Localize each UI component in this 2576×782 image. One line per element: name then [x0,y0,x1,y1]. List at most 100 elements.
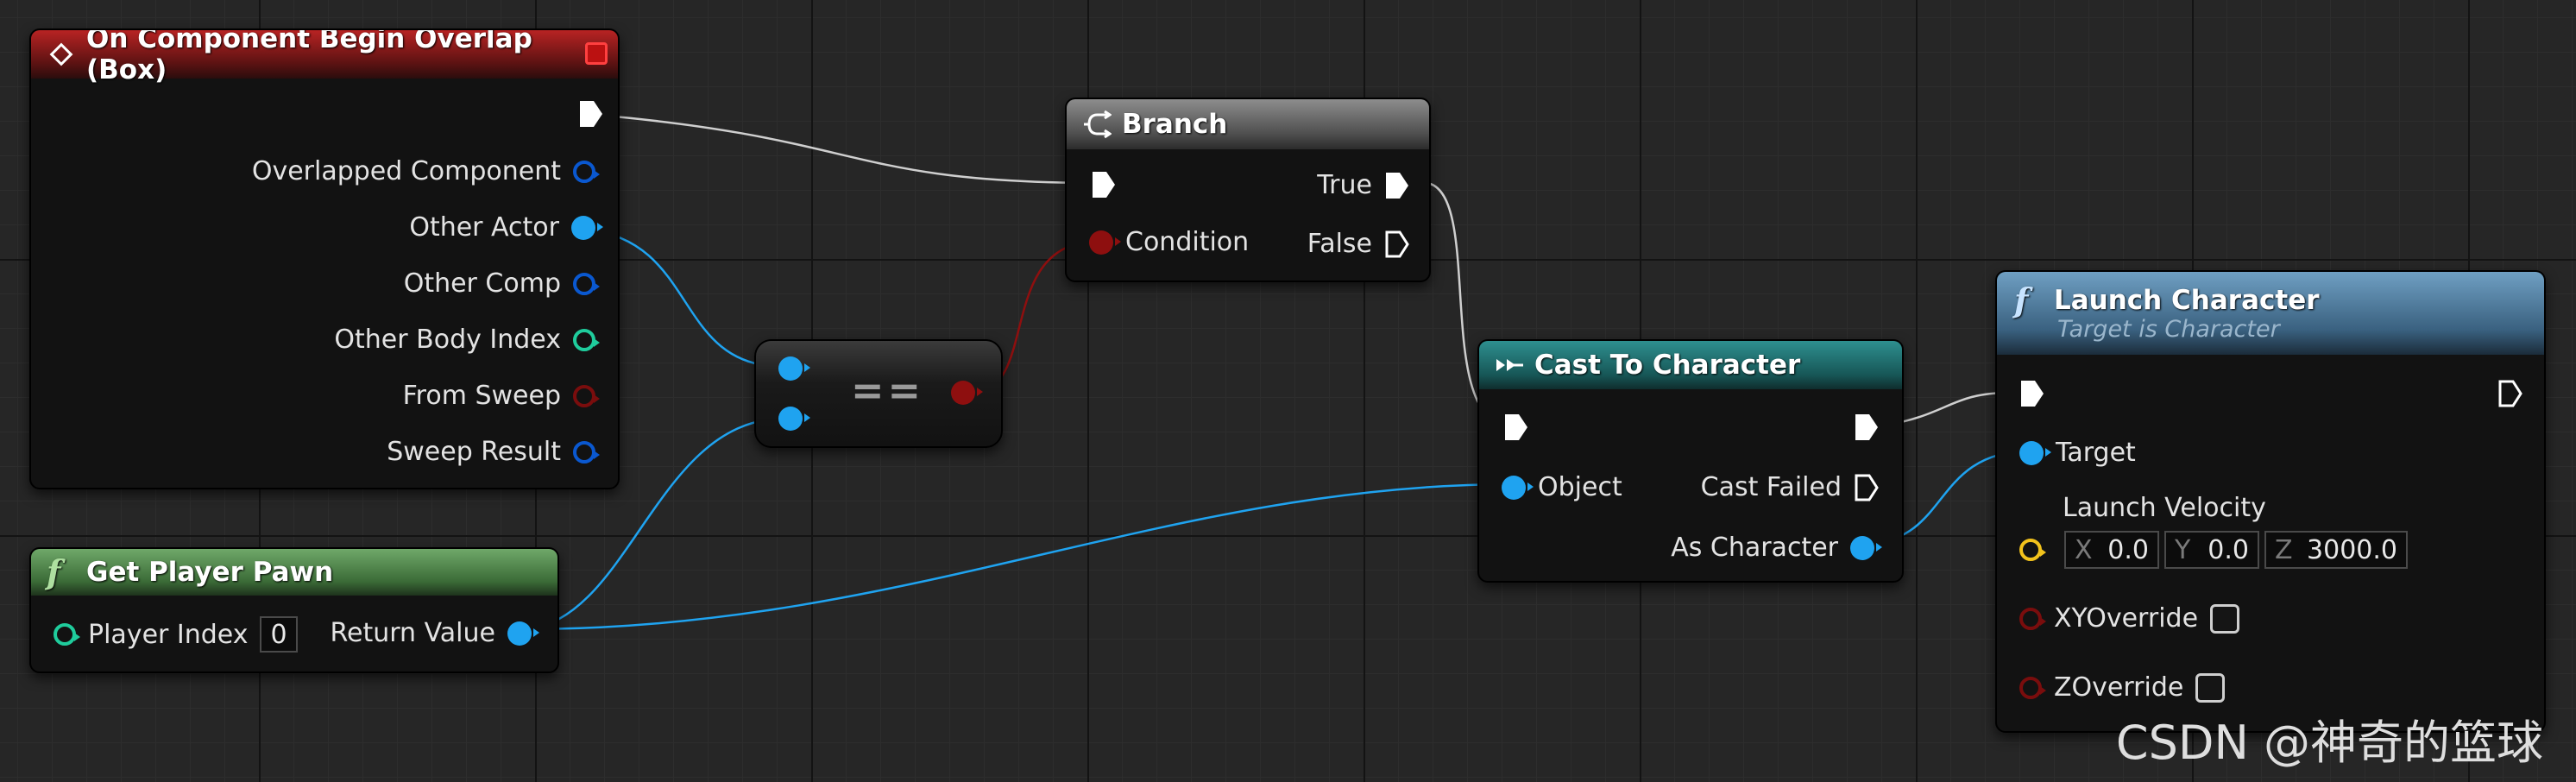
launch-velocity-label: Launch Velocity [2063,493,2266,523]
exec-pin-icon [1385,230,1409,257]
pin-label: Other Actor [409,212,559,243]
z-override-pin[interactable]: ZOverride [2019,672,2226,703]
return-value-pin[interactable]: Return Value [330,618,539,648]
other-comp-pin[interactable]: Other Comp [403,268,600,299]
node-title: Cast To Character [1534,350,1801,381]
exec-pin-icon [1855,414,1878,440]
axis-label: X [2075,534,2093,565]
node-header[interactable]: On Component Begin Overlap (Box) [31,30,618,85]
player-index-pin[interactable]: Player Index 0 [54,616,298,653]
sweep-result-pin[interactable]: Sweep Result [387,437,600,467]
node-title: Launch Character [2054,284,2320,316]
object-pin-icon [2019,440,2051,465]
int-pin-icon [54,623,80,646]
equals-input-a-pin[interactable] [778,356,810,381]
pin-label: True [1317,170,1372,200]
node-header[interactable]: Cast To Character [1479,341,1902,389]
object-pin-icon [571,215,603,240]
pin-label: XYOverride [2054,603,2199,634]
pin-label: Target [2056,438,2136,468]
field-value: 0.0 [2107,534,2149,565]
object-pin-icon [573,272,600,295]
pin-label: Other Comp [403,268,561,299]
object-pin-icon [573,160,600,183]
function-icon: f [2014,280,2029,319]
velocity-x-input[interactable]: X 0.0 [2064,531,2159,569]
pin-label: Sweep Result [387,437,561,467]
pin-label: Player Index [88,619,249,650]
from-sweep-pin[interactable]: From Sweep [402,381,600,411]
pin-label: As Character [1671,533,1838,563]
exec-wire-event-to-branch [595,113,1090,185]
exec-pin-icon [1093,172,1115,198]
function-icon: f [47,552,61,591]
equals-input-b-pin[interactable] [778,407,810,431]
launch-velocity-pin[interactable]: X 0.0 Y 0.0 Z 3000.0 [2019,531,2408,569]
get-player-pawn-node[interactable]: f Get Player Pawn Player Index 0 Return … [29,547,559,673]
xy-override-checkbox[interactable] [2210,603,2240,634]
z-override-checkbox[interactable] [2195,672,2226,703]
exec-pin-icon [580,101,602,127]
stop-icon[interactable] [585,42,608,65]
pin-label: Cast Failed [1700,472,1842,502]
node-subtitle: Target is Character [2057,315,2280,343]
axis-label: Y [2175,534,2191,565]
player-index-input[interactable]: 0 [260,616,298,653]
exec-in-pin[interactable] [1503,413,1529,442]
node-title: Branch [1122,109,1228,140]
event-diamond-icon [47,40,76,69]
pin-label: Overlapped Component [251,156,561,186]
bool-pin-icon [1089,230,1121,255]
equals-node[interactable]: == [754,339,1003,448]
pin-label: Return Value [330,618,495,648]
equals-symbol: == [851,367,925,413]
cast-to-character-node[interactable]: Cast To Character Object Cast Failed As … [1477,339,1904,583]
other-actor-pin[interactable]: Other Actor [409,212,603,243]
branch-node[interactable]: Branch Condition True False [1065,98,1431,282]
int-pin-icon [573,328,600,351]
node-title: Get Player Pawn [86,557,334,588]
field-value: 0 [270,619,287,650]
overlap-event-node[interactable]: On Component Begin Overlap (Box) Overlap… [29,28,620,489]
object-pin[interactable]: Object [1502,472,1622,502]
object-pin-icon [778,356,810,381]
pin-label: False [1307,229,1372,259]
exec-pin-icon [1855,474,1879,501]
vector-pin-icon [2019,539,2046,561]
pin-label: Object [1538,472,1622,502]
struct-pin-icon [573,440,600,464]
pin-label: ZOverride [2054,672,2184,703]
pin-label: Other Body Index [334,325,561,355]
launch-character-node[interactable]: f Launch Character Target is Character T… [1995,270,2546,733]
exec-out-pin[interactable] [578,99,604,129]
object-pin-icon [1850,535,1882,560]
velocity-y-input[interactable]: Y 0.0 [2164,531,2259,569]
field-value: 0.0 [2208,534,2249,565]
axis-label: Z [2275,534,2293,565]
exec-in-pin[interactable] [1091,170,1117,199]
false-pin[interactable]: False [1307,229,1410,259]
condition-pin[interactable]: Condition [1089,227,1249,257]
xy-override-pin[interactable]: XYOverride [2019,603,2240,634]
exec-out-pin[interactable] [2497,379,2523,408]
exec-in-pin[interactable] [2019,379,2045,408]
overlapped-component-pin[interactable]: Overlapped Component [251,156,600,186]
branch-icon [1082,110,1112,139]
target-pin[interactable]: Target [2019,438,2136,468]
exec-out-pin[interactable] [1854,413,1880,442]
pin-label: From Sweep [402,381,561,411]
watermark: CSDN @神奇的篮球 [2115,716,2543,770]
object-wire-pawn-to-cast [524,482,1511,631]
exec-pin-icon [1505,414,1527,440]
node-header[interactable]: f Get Player Pawn [31,549,557,596]
velocity-z-input[interactable]: Z 3000.0 [2264,531,2408,569]
exec-pin-icon [2021,381,2044,407]
cast-failed-pin[interactable]: Cast Failed [1701,472,1880,502]
node-header[interactable]: f Launch Character Target is Character [1997,272,2544,355]
node-header[interactable]: Branch [1067,99,1429,149]
as-character-pin[interactable]: As Character [1671,533,1882,563]
other-body-index-pin[interactable]: Other Body Index [334,325,600,355]
true-pin[interactable]: True [1317,170,1410,200]
bool-pin-icon [951,381,983,405]
equals-output-pin[interactable] [951,381,983,405]
